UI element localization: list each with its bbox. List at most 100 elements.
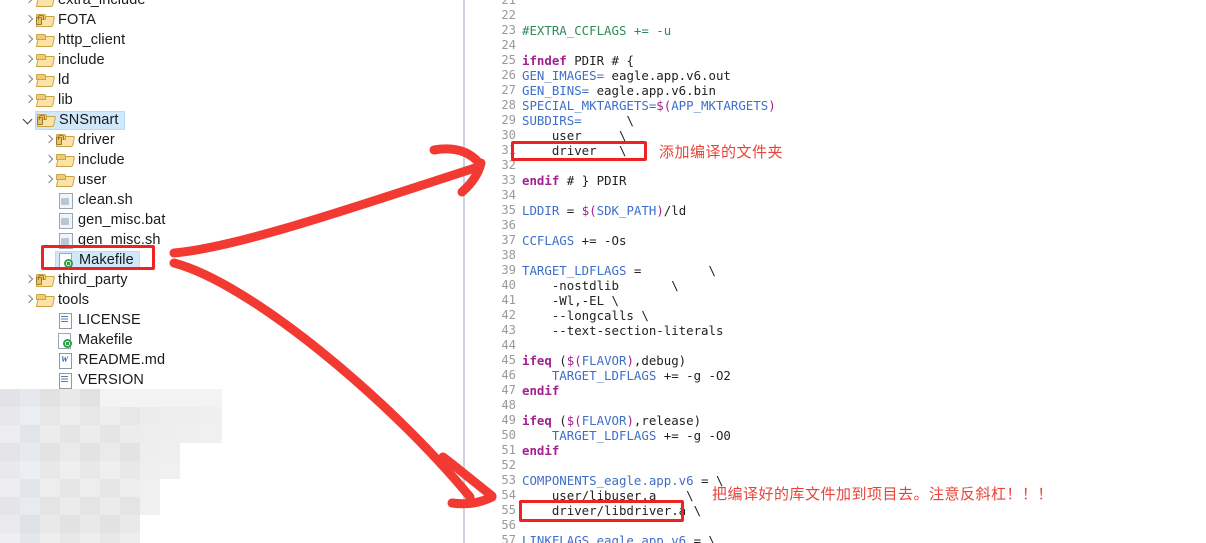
code-line[interactable]: 23 #EXTRA_CCFLAGS += -u: [488, 23, 1188, 38]
chevron-right-icon[interactable]: [42, 170, 55, 190]
tree-item-version[interactable]: VERSION: [0, 370, 440, 390]
line-content[interactable]: SUBDIRS= \: [522, 113, 634, 128]
code-line[interactable]: 42 --longcalls \: [488, 308, 1188, 323]
line-content[interactable]: LINKFLAGS_eagle.app.v6 = \: [522, 533, 716, 543]
chevron-right-icon[interactable]: [22, 270, 35, 290]
line-content[interactable]: ifndef PDIR # {: [522, 53, 634, 68]
code-line[interactable]: 50 TARGET_LDFLAGS += -g -O0: [488, 428, 1188, 443]
tree-item-content[interactable]: SNSmart: [35, 110, 125, 130]
file-explorer-panel[interactable]: extra_include FOTA http_client include ld lib…: [0, 0, 465, 543]
tree-item-gen-misc-bat[interactable]: gen_misc.bat: [0, 210, 440, 230]
code-line[interactable]: 48: [488, 398, 1188, 413]
tree-item-content[interactable]: Makefile: [55, 331, 138, 350]
chevron-right-icon[interactable]: [22, 0, 35, 10]
code-line[interactable]: 47 endif: [488, 383, 1188, 398]
code-line[interactable]: 51 endif: [488, 443, 1188, 458]
tree-item-content[interactable]: W README.md: [55, 351, 170, 370]
tree-item-content[interactable]: VERSION: [55, 371, 149, 390]
tree-item-content[interactable]: extra_include: [35, 0, 151, 10]
tree-item-readme-md[interactable]: W README.md: [0, 350, 440, 370]
code-line[interactable]: 45 ifeq ($(FLAVOR),debug): [488, 353, 1188, 368]
line-content[interactable]: TARGET_LDFLAGS += -g -O2: [522, 368, 731, 383]
code-line[interactable]: 22: [488, 8, 1188, 23]
code-line[interactable]: 28 SPECIAL_MKTARGETS=$(APP_MKTARGETS): [488, 98, 1188, 113]
line-content[interactable]: -nostdlib \: [522, 278, 679, 293]
tree-item-user[interactable]: user: [0, 170, 440, 190]
chevron-right-icon[interactable]: [22, 70, 35, 90]
tree-item-content[interactable]: FOTA: [35, 11, 101, 30]
tree-item-driver[interactable]: driver: [0, 130, 440, 150]
line-content[interactable]: TARGET_LDFLAGS += -g -O0: [522, 428, 731, 443]
tree-item-license[interactable]: LICENSE: [0, 310, 440, 330]
tree-item-content[interactable]: clean.sh: [55, 191, 138, 210]
chevron-down-icon[interactable]: [22, 110, 35, 130]
chevron-right-icon[interactable]: [22, 10, 35, 30]
line-content[interactable]: LDDIR = $(SDK_PATH)/ld: [522, 203, 686, 218]
tree-item-content[interactable]: include: [55, 151, 130, 170]
tree-item-clean-sh[interactable]: clean.sh: [0, 190, 440, 210]
tree-item-content[interactable]: user: [55, 171, 112, 190]
chevron-right-icon[interactable]: [42, 130, 55, 150]
chevron-right-icon[interactable]: [42, 150, 55, 170]
code-line[interactable]: 27 GEN_BINS= eagle.app.v6.bin: [488, 83, 1188, 98]
code-line[interactable]: 39 TARGET_LDFLAGS = \: [488, 263, 1188, 278]
tree-item-content[interactable]: gen_misc.bat: [55, 211, 170, 230]
code-line[interactable]: 36: [488, 218, 1188, 233]
code-line[interactable]: 33 endif # } PDIR: [488, 173, 1188, 188]
tree-item-content[interactable]: include: [35, 51, 110, 70]
code-line[interactable]: 35 LDDIR = $(SDK_PATH)/ld: [488, 203, 1188, 218]
tree-item-extra-include[interactable]: extra_include: [0, 0, 440, 10]
tree-item-content[interactable]: LICENSE: [55, 311, 146, 330]
code-line[interactable]: 26 GEN_IMAGES= eagle.app.v6.out: [488, 68, 1188, 83]
line-content[interactable]: endif: [522, 383, 559, 398]
line-content[interactable]: #EXTRA_CCFLAGS += -u: [522, 23, 671, 38]
tree-item-content[interactable]: http_client: [35, 31, 130, 50]
tree-item-makefile[interactable]: Makefile: [0, 330, 440, 350]
chevron-right-icon[interactable]: [22, 90, 35, 110]
line-content[interactable]: TARGET_LDFLAGS = \: [522, 263, 716, 278]
code-line[interactable]: 34: [488, 188, 1188, 203]
line-content[interactable]: ifeq ($(FLAVOR),debug): [522, 353, 686, 368]
chevron-right-icon[interactable]: [22, 290, 35, 310]
line-content[interactable]: ifeq ($(FLAVOR),release): [522, 413, 701, 428]
code-line[interactable]: 29 SUBDIRS= \: [488, 113, 1188, 128]
tree-item-third-party[interactable]: third_party: [0, 270, 440, 290]
line-content[interactable]: COMPONENTS_eagle.app.v6 = \: [522, 473, 723, 488]
tree-item-content[interactable]: third_party: [35, 271, 133, 290]
tree-item-snsmart[interactable]: SNSmart: [0, 110, 440, 130]
code-line[interactable]: 43 --text-section-literals: [488, 323, 1188, 338]
tree-item-http-client[interactable]: http_client: [0, 30, 440, 50]
code-line[interactable]: 21: [488, 0, 1188, 8]
line-content[interactable]: GEN_BINS= eagle.app.v6.bin: [522, 83, 716, 98]
code-line[interactable]: 38: [488, 248, 1188, 263]
chevron-right-icon[interactable]: [22, 50, 35, 70]
tree-item-content[interactable]: ld: [35, 71, 75, 90]
line-content[interactable]: endif: [522, 443, 559, 458]
code-line[interactable]: 46 TARGET_LDFLAGS += -g -O2: [488, 368, 1188, 383]
tree-item-include[interactable]: include: [0, 50, 440, 70]
tree-item-lib[interactable]: lib: [0, 90, 440, 110]
code-line[interactable]: 24: [488, 38, 1188, 53]
code-line[interactable]: 49 ifeq ($(FLAVOR),release): [488, 413, 1188, 428]
tree-item-fota[interactable]: FOTA: [0, 10, 440, 30]
code-line[interactable]: 40 -nostdlib \: [488, 278, 1188, 293]
code-line[interactable]: 25 ifndef PDIR # {: [488, 53, 1188, 68]
code-editor-panel[interactable]: 21 22 23 #EXTRA_CCFLAGS += -u 24 25 ifndef PDI…: [466, 0, 1206, 543]
code-line[interactable]: 37 CCFLAGS += -Os: [488, 233, 1188, 248]
code-line[interactable]: 57 LINKFLAGS_eagle.app.v6 = \: [488, 533, 1188, 543]
tree-item-tools[interactable]: tools: [0, 290, 440, 310]
code-line[interactable]: 41 -Wl,-EL \: [488, 293, 1188, 308]
line-content[interactable]: -Wl,-EL \: [522, 293, 619, 308]
code-line[interactable]: 52: [488, 458, 1188, 473]
tree-item-content[interactable]: driver: [55, 131, 120, 150]
tree-item-ld[interactable]: ld: [0, 70, 440, 90]
tree-item-include[interactable]: include: [0, 150, 440, 170]
tree-item-content[interactable]: lib: [35, 91, 78, 110]
line-content[interactable]: --text-section-literals: [522, 323, 724, 338]
line-content[interactable]: --longcalls \: [522, 308, 649, 323]
line-content[interactable]: GEN_IMAGES= eagle.app.v6.out: [522, 68, 731, 83]
line-content[interactable]: SPECIAL_MKTARGETS=$(APP_MKTARGETS): [522, 98, 776, 113]
tree-item-content[interactable]: tools: [35, 291, 94, 310]
line-content[interactable]: endif # } PDIR: [522, 173, 626, 188]
code-line[interactable]: 44: [488, 338, 1188, 353]
